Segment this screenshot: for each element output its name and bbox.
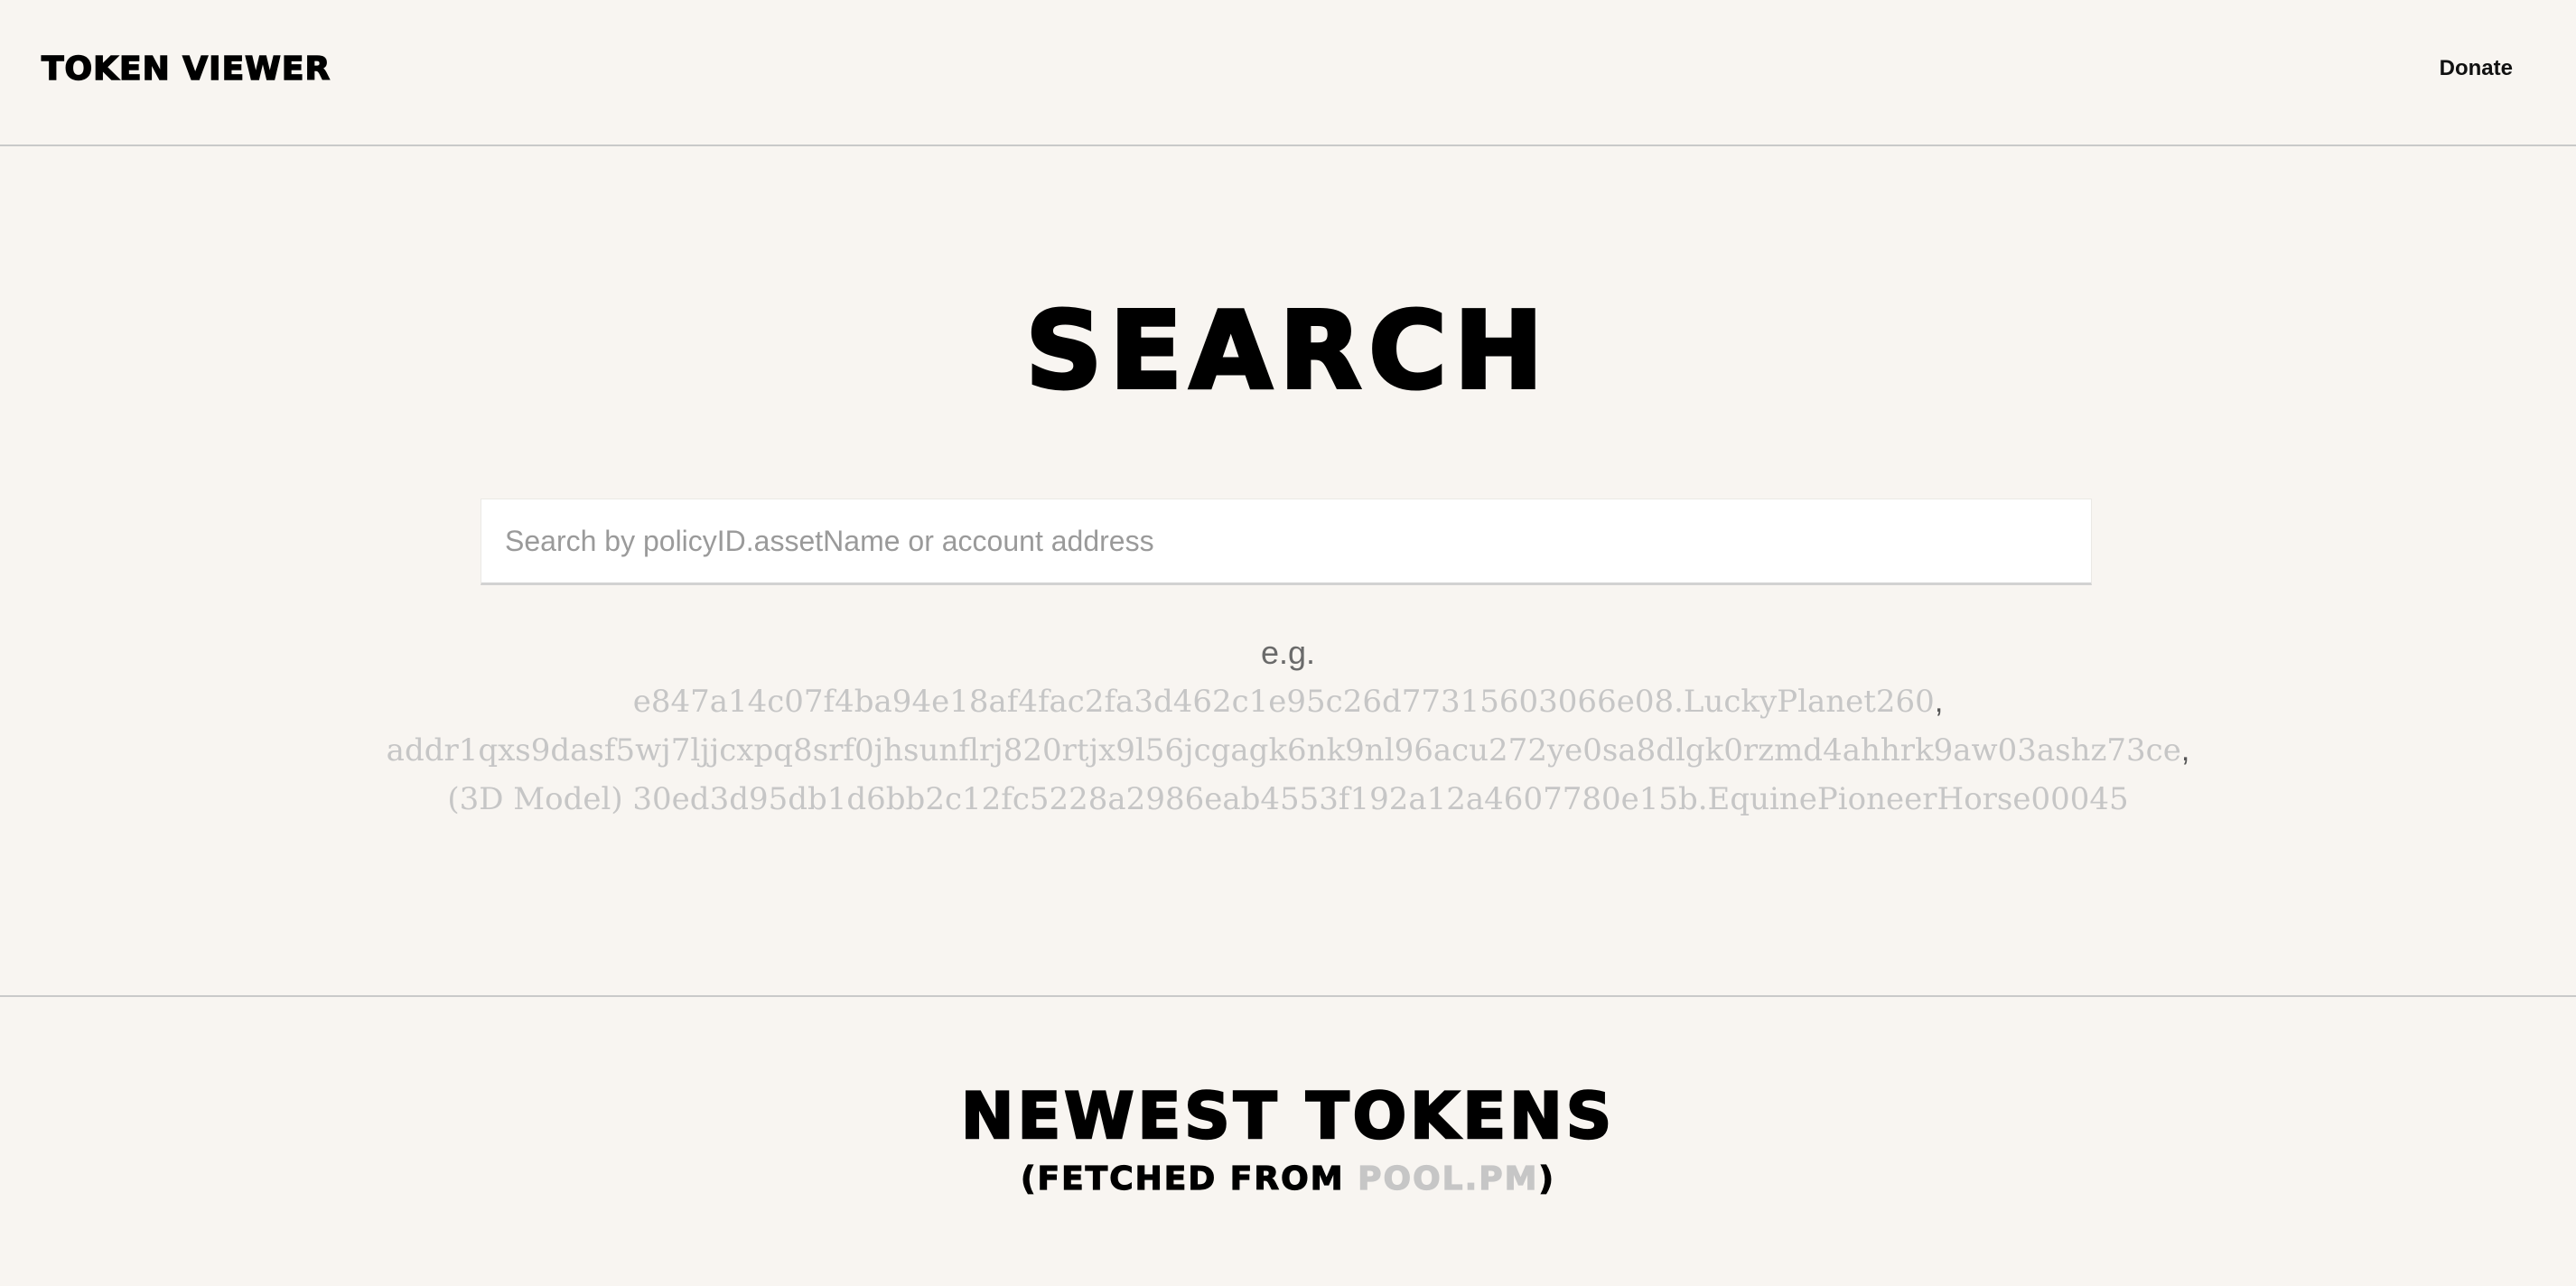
search-title: SEARCH <box>1023 288 1551 413</box>
example-link-token[interactable]: e847a14c07f4ba94e18af4fac2fa3d462c1e95c2… <box>633 684 1935 720</box>
search-input[interactable] <box>503 499 2069 582</box>
examples-label: e.g. <box>1260 634 1316 671</box>
newest-tokens-title: NEWEST TOKENS <box>960 1079 1616 1154</box>
subtitle-open: (FETCHED FROM <box>1020 1160 1358 1197</box>
example-line: addr1qxs9dasf5wj7ljjcxpq8srf0jhsunflrj82… <box>0 726 2576 775</box>
example-line: e847a14c07f4ba94e18af4fac2fa3d462c1e95c2… <box>0 677 2576 726</box>
pool-pm-link[interactable]: POOL.PM <box>1357 1160 1538 1197</box>
newest-tokens-subtitle: (FETCHED FROM POOL.PM) <box>0 1160 2576 1199</box>
example-separator: , <box>2180 733 2190 768</box>
search-box[interactable] <box>481 499 2092 585</box>
example-separator: , <box>1934 685 1944 719</box>
subtitle-close: ) <box>1538 1160 1555 1197</box>
search-section: SEARCH e.g. e847a14c07f4ba94e18af4fac2fa… <box>0 148 2576 997</box>
example-line: (3D Model) 30ed3d95db1d6bb2c12fc5228a298… <box>0 775 2576 824</box>
donate-link[interactable]: Donate <box>2440 56 2513 81</box>
site-logo[interactable]: TOKEN VIEWER <box>41 50 331 89</box>
newest-tokens-section: NEWEST TOKENS (FETCHED FROM POOL.PM) <box>0 1079 2576 1199</box>
example-link-3d-model[interactable]: (3D Model) 30ed3d95db1d6bb2c12fc5228a298… <box>447 781 2128 817</box>
site-header: TOKEN VIEWER Donate <box>0 0 2576 146</box>
example-link-address[interactable]: addr1qxs9dasf5wj7ljjcxpq8srf0jhsunflrj82… <box>387 732 2181 769</box>
examples-block: e.g. e847a14c07f4ba94e18af4fac2fa3d462c1… <box>0 629 2576 824</box>
